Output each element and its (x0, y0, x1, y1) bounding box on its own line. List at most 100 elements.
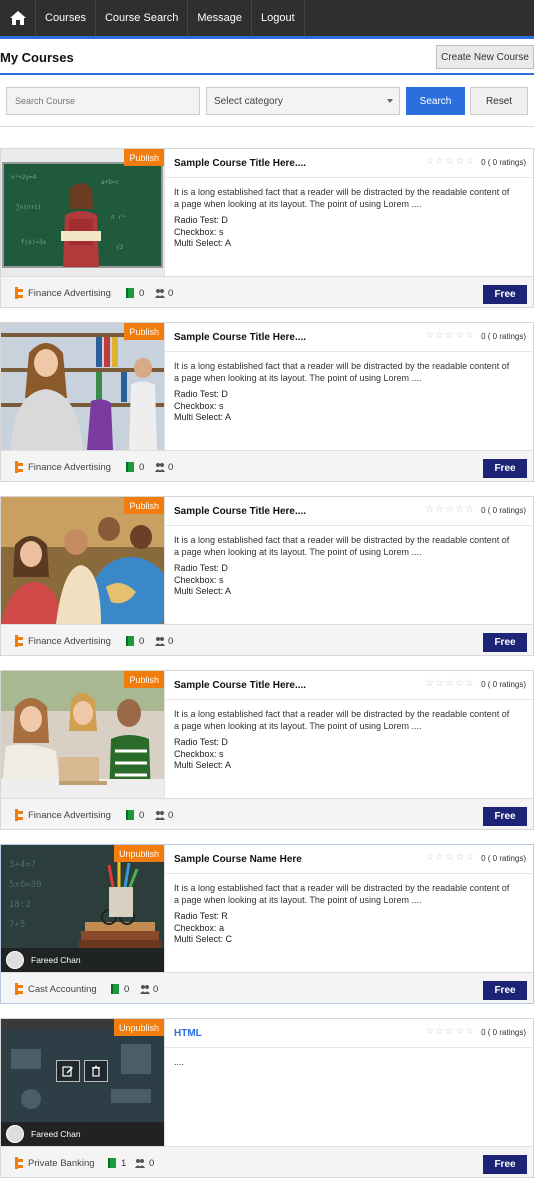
star-icon: ☆ (425, 1026, 435, 1037)
publish-badge: Publish (124, 671, 164, 688)
star-icon: ☆ (425, 504, 435, 515)
category-select[interactable]: Select category (206, 87, 400, 115)
search-course-input[interactable] (6, 87, 200, 115)
delete-icon[interactable] (84, 1060, 108, 1082)
course-thumbnail[interactable]: x²+2y=4 a+b=c ∑n(n+1) π r² f(x)=3x √2 Publi… (1, 149, 164, 276)
author-name[interactable]: Fareed Chan (31, 955, 81, 965)
category-link[interactable]: Private Banking (28, 1158, 95, 1169)
category-link[interactable]: Finance Advertising (28, 810, 111, 821)
author-avatar[interactable] (6, 951, 24, 969)
star-rating[interactable]: ☆ ☆ ☆ ☆ ☆ (425, 331, 475, 341)
nav-course-search[interactable]: Course Search (96, 0, 189, 36)
users-icon (155, 463, 165, 472)
star-rating[interactable]: ☆ ☆ ☆ ☆ ☆ (425, 853, 475, 863)
multi-select-value: Multi Select: A (174, 412, 232, 422)
checkbox-value: Checkbox: s (174, 748, 224, 759)
nav-logout[interactable]: Logout (252, 0, 305, 36)
course-footer: Finance Advertising 0 0 Free (1, 798, 533, 829)
reset-button[interactable]: Reset (470, 87, 528, 115)
course-thumbnail[interactable]: Publish (1, 323, 164, 450)
author-avatar[interactable] (6, 1125, 24, 1143)
students-count: 0 (153, 984, 159, 995)
star-rating[interactable]: ☆ ☆ ☆ ☆ ☆ (425, 679, 475, 689)
author-name[interactable]: Fareed Chan (31, 1129, 81, 1139)
lessons-count: 0 (124, 984, 130, 995)
course-thumbnail[interactable]: Unpublish Fareed Chan (1, 1019, 164, 1146)
caret-down-icon (387, 99, 393, 103)
course-footer: Finance Advertising 0 0 Free (1, 450, 533, 481)
nav-message[interactable]: Message (188, 0, 252, 36)
svg-text:π r²: π r² (111, 214, 125, 221)
star-rating[interactable]: ☆ ☆ ☆ ☆ ☆ (425, 157, 475, 167)
category-icon (15, 983, 23, 995)
category-link[interactable]: Finance Advertising (28, 636, 111, 647)
course-title[interactable]: HTML (174, 1028, 202, 1039)
course-meta: Radio Test: D Checkbox: s Multi Select: … (174, 215, 231, 250)
svg-text:x²+2y=4: x²+2y=4 (11, 174, 37, 181)
star-icon: ☆ (445, 330, 455, 341)
radio-test: Radio Test: D (174, 563, 228, 573)
lessons-count: 0 (139, 462, 145, 473)
radio-test: Radio Test: D (174, 215, 228, 225)
course-thumbnail[interactable]: Publish (1, 671, 164, 798)
nav-courses[interactable]: Courses (36, 0, 96, 36)
star-icon: ☆ (445, 678, 455, 689)
price-button[interactable]: Free (483, 285, 527, 304)
course-description: It is a long established fact that a rea… (174, 535, 510, 557)
search-button[interactable]: Search (406, 87, 465, 115)
course-title[interactable]: Sample Course Title Here.... (174, 680, 306, 691)
star-icon: ☆ (425, 678, 435, 689)
course-content: Sample Course Title Here.... ☆ ☆ ☆ ☆ ☆ 0 ( 0… (164, 497, 534, 624)
users-icon (155, 811, 165, 820)
price-button[interactable]: Free (483, 633, 527, 652)
radio-test: Radio Test: D (174, 737, 228, 747)
students-count: 0 (168, 288, 174, 299)
star-icon: ☆ (425, 156, 435, 167)
price-button[interactable]: Free (483, 981, 527, 1000)
course-footer: Private Banking 1 0 Free (1, 1146, 533, 1177)
course-thumbnail[interactable]: 3+4=7 5x6=30 18:2 7+5 Unpublish Fareed Chan (1, 845, 164, 972)
svg-text:18:2: 18:2 (9, 900, 31, 910)
create-new-course-button[interactable]: Create New Course (436, 45, 534, 69)
course-meta: Radio Test: R Checkbox: a Multi Select: … (174, 911, 232, 946)
book-icon (126, 810, 134, 820)
course-rating: ☆ ☆ ☆ ☆ ☆ 0 ( 0 ratings) (425, 1027, 526, 1037)
star-rating[interactable]: ☆ ☆ ☆ ☆ ☆ (425, 1027, 475, 1037)
price-button[interactable]: Free (483, 459, 527, 478)
course-title[interactable]: Sample Course Title Here.... (174, 506, 306, 517)
divider (165, 1047, 534, 1048)
price-button[interactable]: Free (483, 807, 527, 826)
publish-badge: Publish (124, 323, 164, 340)
category-link[interactable]: Cast Accounting (28, 984, 97, 995)
course-rating: ☆ ☆ ☆ ☆ ☆ 0 ( 0 ratings) (425, 331, 526, 341)
divider (165, 525, 534, 526)
checkbox-value: Checkbox: s (174, 574, 224, 585)
author-bar: Fareed Chan (1, 1122, 164, 1146)
category-icon (15, 287, 23, 299)
star-icon: ☆ (435, 504, 445, 515)
course-card: Unpublish Fareed Chan HTML ☆ ☆ ☆ ☆ ☆ 0 ( 0 r… (0, 1018, 534, 1178)
home-icon[interactable] (0, 0, 36, 36)
edit-icon[interactable] (56, 1060, 80, 1082)
star-icon: ☆ (435, 1026, 445, 1037)
divider (165, 351, 534, 352)
course-title[interactable]: Sample Course Name Here (174, 854, 302, 865)
radio-test: Radio Test: R (174, 911, 228, 921)
category-link[interactable]: Finance Advertising (28, 288, 111, 299)
svg-text:5x6=30: 5x6=30 (9, 880, 42, 890)
category-link[interactable]: Finance Advertising (28, 462, 111, 473)
svg-text:3+4=7: 3+4=7 (9, 860, 36, 870)
course-thumbnail[interactable]: Publish (1, 497, 164, 624)
course-rating: ☆ ☆ ☆ ☆ ☆ 0 ( 0 ratings) (425, 505, 526, 515)
rating-text: 0 ( 0 ratings) (481, 853, 526, 863)
divider (0, 126, 534, 127)
rating-text: 0 ( 0 ratings) (481, 331, 526, 341)
star-rating[interactable]: ☆ ☆ ☆ ☆ ☆ (425, 505, 475, 515)
lessons-count: 0 (139, 288, 145, 299)
star-icon: ☆ (445, 504, 455, 515)
price-button[interactable]: Free (483, 1155, 527, 1174)
users-icon (155, 637, 165, 646)
course-card: x²+2y=4 a+b=c ∑n(n+1) π r² f(x)=3x √2 Publi… (0, 148, 534, 308)
course-title[interactable]: Sample Course Title Here.... (174, 158, 306, 169)
course-title[interactable]: Sample Course Title Here.... (174, 332, 306, 343)
